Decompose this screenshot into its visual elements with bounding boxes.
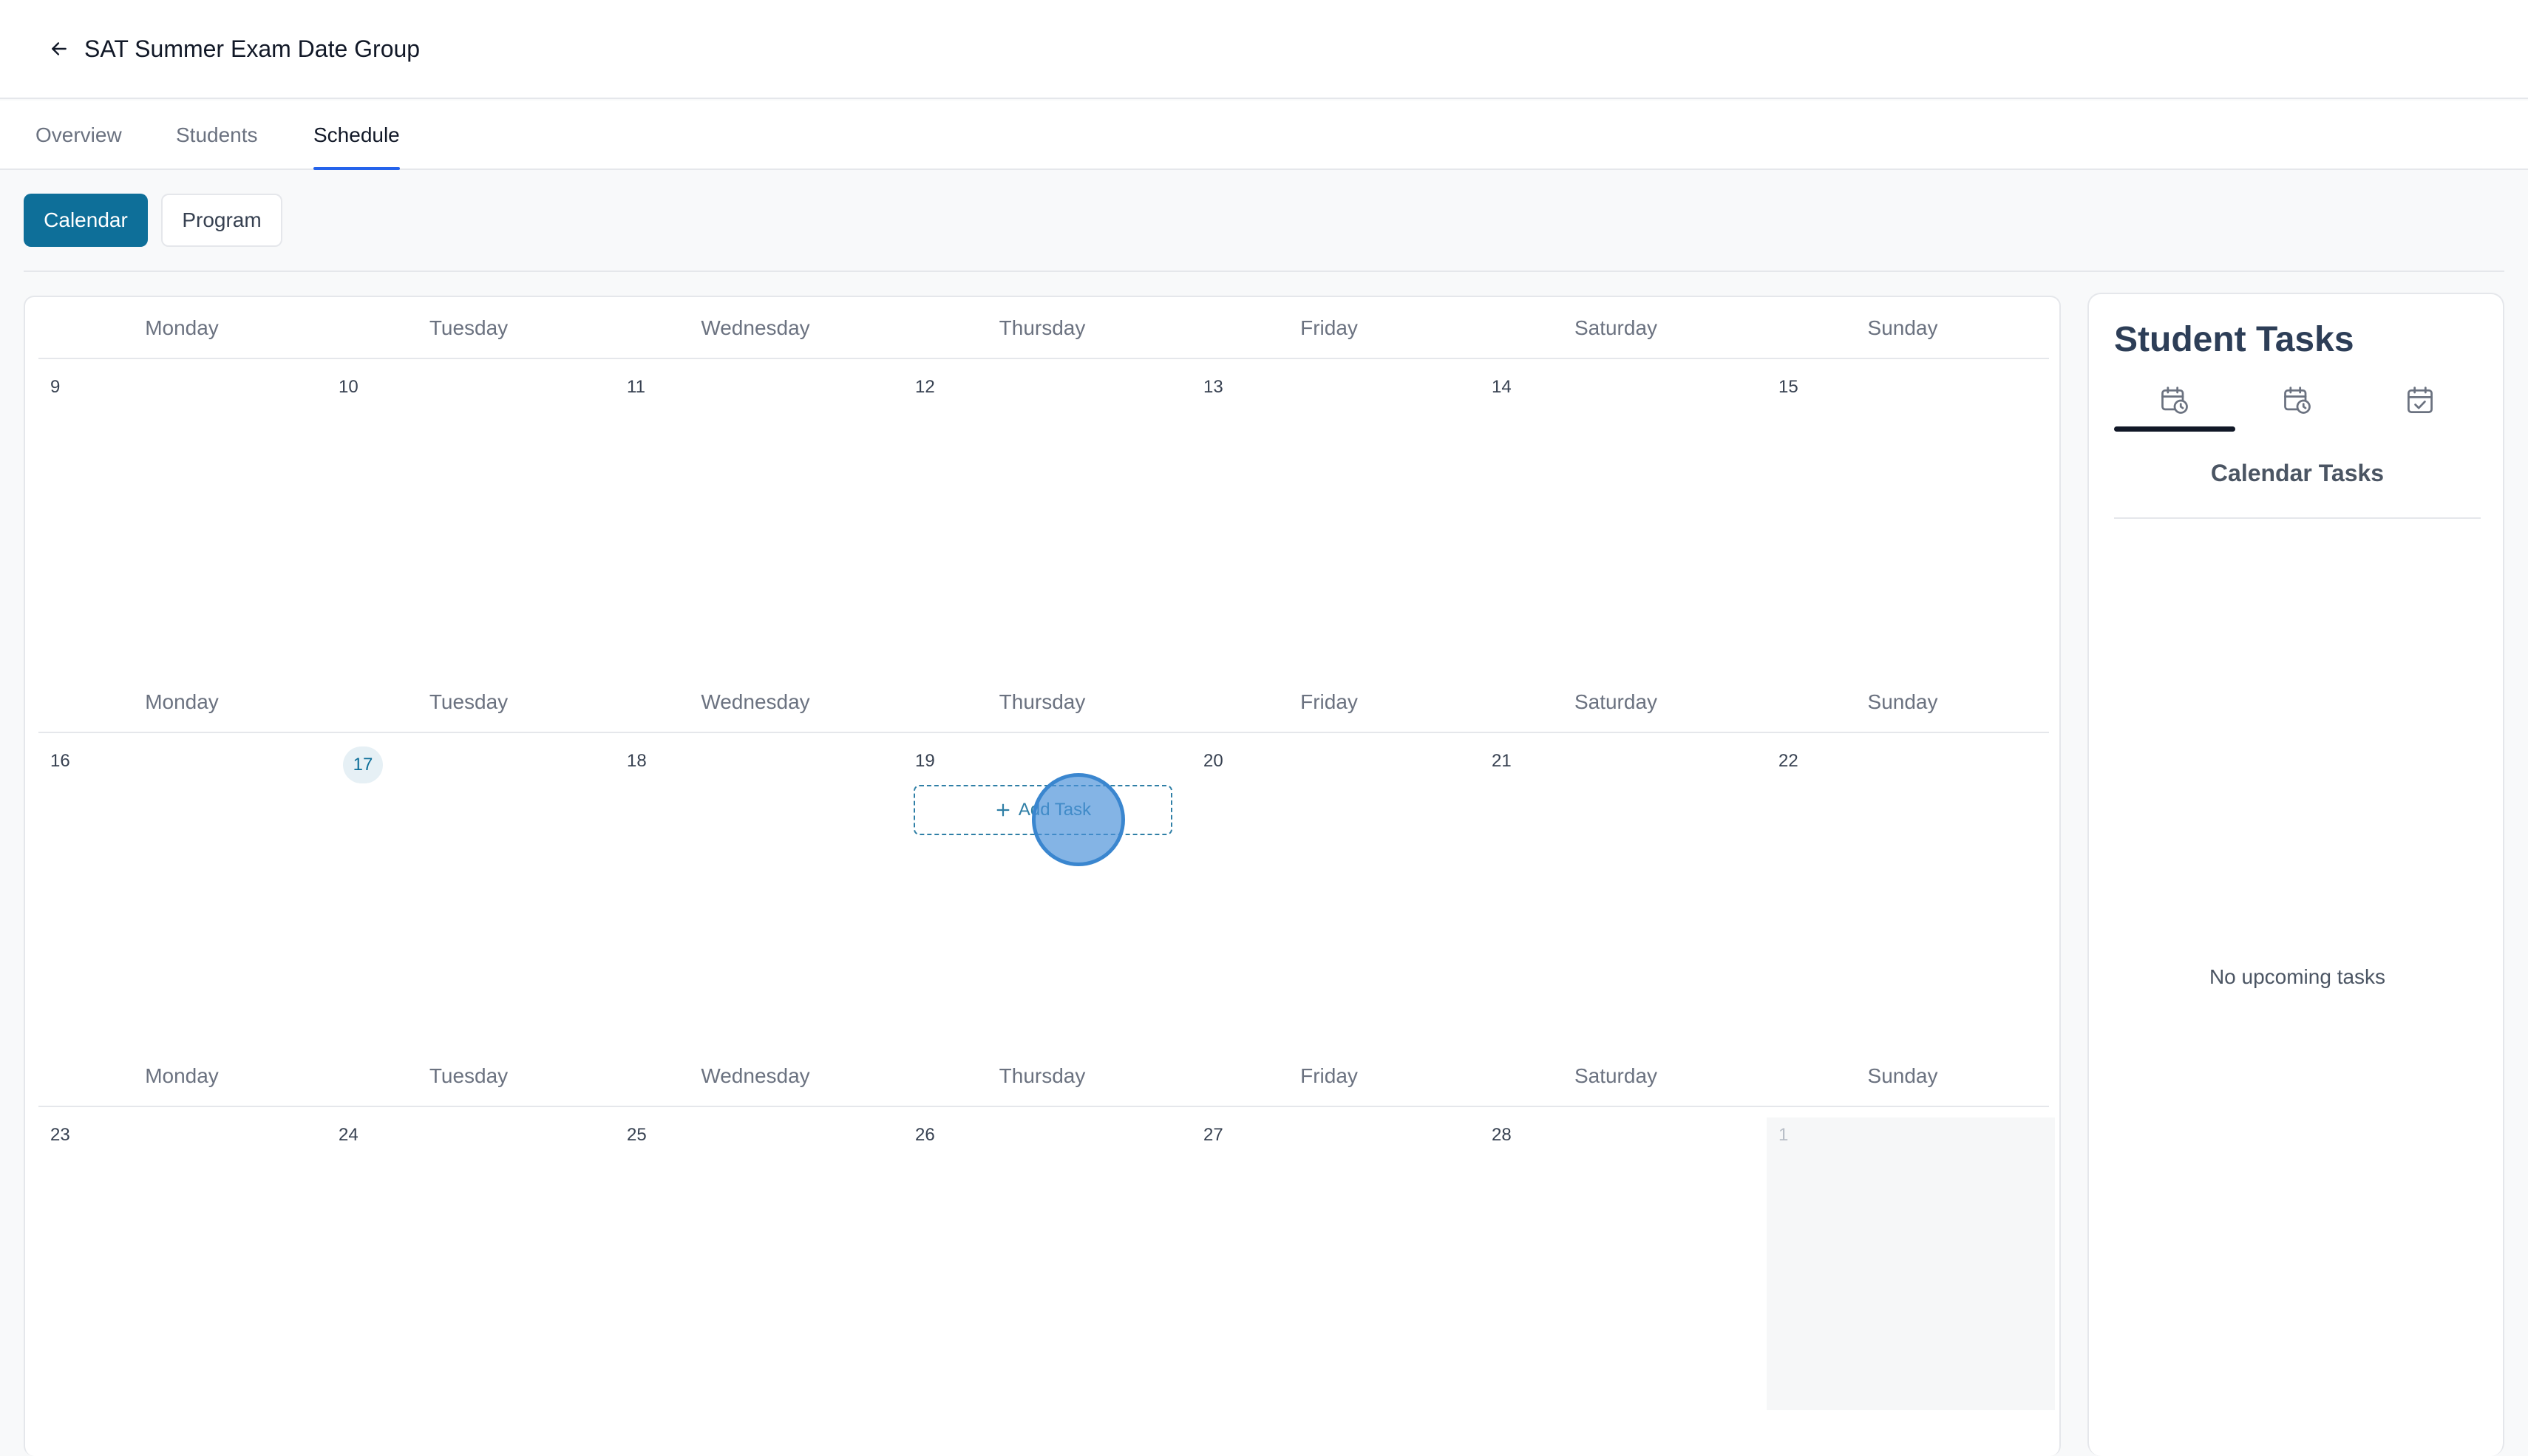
day-number: 26 [915, 1125, 935, 1145]
day-cell[interactable]: 20 [1192, 735, 1480, 1045]
tab-bar: Overview Students Schedule [0, 101, 2528, 170]
page-title: SAT Summer Exam Date Group [84, 35, 421, 62]
tab-overview[interactable]: Overview [35, 101, 122, 170]
day-cell[interactable]: 23 [38, 1109, 327, 1419]
day-number: 11 [627, 377, 645, 397]
day-cell[interactable]: 10 [327, 361, 615, 671]
day-header-thursday: Thursday [999, 690, 1086, 713]
panel-divider [2114, 517, 2481, 519]
day-header-wednesday: Wednesday [701, 690, 810, 713]
day-cell[interactable]: 27 [1192, 1109, 1480, 1419]
day-number: 19 [915, 751, 935, 771]
day-header-wednesday: Wednesday [701, 1064, 810, 1087]
day-number: 10 [339, 377, 359, 397]
day-cell[interactable]: 26 [903, 1109, 1192, 1419]
page-header: SAT Summer Exam Date Group [0, 0, 2528, 99]
calendar-grid: Monday Tuesday Wednesday Thursday Friday… [24, 296, 2061, 1456]
day-number: 22 [1778, 751, 1798, 771]
arrow-left-icon [52, 42, 67, 55]
section-divider [24, 271, 2504, 272]
student-tasks-panel: Student Tasks Calendar Tasks No upcoming… [2087, 293, 2504, 1456]
tab-students[interactable]: Students [176, 101, 258, 170]
day-header-thursday: Thursday [999, 1064, 1086, 1087]
day-header-tuesday: Tuesday [429, 1064, 509, 1087]
day-header-row: Monday Tuesday Wednesday Thursday Friday… [38, 297, 2049, 359]
day-cell[interactable]: 18 [615, 735, 903, 1045]
day-number: 16 [50, 751, 70, 771]
day-number: 28 [1492, 1125, 1512, 1145]
day-cell[interactable]: 21 [1480, 735, 1768, 1045]
day-number: 24 [339, 1125, 359, 1145]
day-cell[interactable]: 12 [903, 361, 1192, 671]
day-header-monday: Monday [145, 690, 219, 713]
calendar-tasks-heading: Calendar Tasks [2210, 460, 2385, 486]
back-button[interactable] [46, 35, 72, 62]
day-cell[interactable]: 9 [38, 361, 327, 671]
program-view-button[interactable]: Program [161, 194, 282, 247]
day-header-sunday: Sunday [1867, 1064, 1938, 1087]
day-header-wednesday: Wednesday [701, 316, 810, 339]
plus-icon [996, 803, 1010, 817]
day-cell[interactable]: 11 [615, 361, 903, 671]
calendar-clock-icon [2161, 387, 2188, 414]
day-number: 20 [1203, 751, 1223, 771]
day-header-monday: Monday [145, 1064, 219, 1087]
day-header-tuesday: Tuesday [429, 690, 509, 713]
calendar-clock-icon [2284, 387, 2311, 414]
day-cell[interactable]: 19 Add Task [903, 735, 1192, 1045]
empty-state-message: No upcoming tasks [2209, 965, 2386, 988]
day-cell[interactable]: 22 [1767, 735, 2055, 1045]
day-cell[interactable]: 16 [38, 735, 327, 1045]
day-header-friday: Friday [1300, 316, 1358, 339]
day-cell-today[interactable]: 17 [327, 735, 615, 1045]
day-header-monday: Monday [145, 316, 219, 339]
tab-upcoming-tasks[interactable] [2114, 384, 2235, 432]
day-number: 14 [1492, 377, 1512, 397]
day-number: 21 [1492, 751, 1512, 771]
day-cell-next-month[interactable]: 1 [1767, 1117, 2055, 1410]
add-task-button[interactable]: Add Task [914, 785, 1172, 835]
tab-completed-tasks[interactable] [2359, 384, 2481, 432]
day-number: 9 [50, 377, 61, 397]
day-header-sunday: Sunday [1867, 316, 1938, 339]
day-header-row: Monday Tuesday Wednesday Thursday Friday… [38, 671, 2049, 733]
day-cell[interactable]: 14 [1480, 361, 1768, 671]
day-number: 15 [1778, 377, 1798, 397]
day-number: 13 [1203, 377, 1223, 397]
day-header-sunday: Sunday [1867, 690, 1938, 713]
day-cell[interactable]: 28 [1480, 1109, 1768, 1419]
day-number: 23 [50, 1125, 70, 1145]
day-header-row: Monday Tuesday Wednesday Thursday Friday… [38, 1045, 2049, 1107]
day-number: 18 [627, 751, 647, 771]
calendar-check-icon [2408, 387, 2433, 413]
day-cell[interactable]: 13 [1192, 361, 1480, 671]
day-header-friday: Friday [1300, 1064, 1358, 1087]
calendar-view-button[interactable]: Calendar [24, 194, 148, 247]
day-cell[interactable]: 25 [615, 1109, 903, 1419]
day-number: 25 [627, 1125, 647, 1145]
day-header-friday: Friday [1300, 690, 1358, 713]
panel-title: Student Tasks [2114, 320, 2354, 359]
day-header-saturday: Saturday [1574, 1064, 1658, 1087]
day-header-thursday: Thursday [999, 316, 1086, 339]
add-task-label: Add Task [1018, 800, 1092, 820]
day-header-saturday: Saturday [1574, 316, 1658, 339]
tab-schedule[interactable]: Schedule [313, 101, 400, 170]
day-header-tuesday: Tuesday [429, 316, 509, 339]
day-number: 1 [1778, 1125, 1789, 1145]
day-cell[interactable]: 15 [1767, 361, 2055, 671]
day-cell[interactable]: 24 [327, 1109, 615, 1419]
day-header-saturday: Saturday [1574, 690, 1658, 713]
day-number: 12 [915, 377, 935, 397]
tab-scheduled-tasks[interactable] [2237, 384, 2358, 432]
day-number: 27 [1203, 1125, 1223, 1145]
today-badge: 17 [343, 746, 383, 783]
